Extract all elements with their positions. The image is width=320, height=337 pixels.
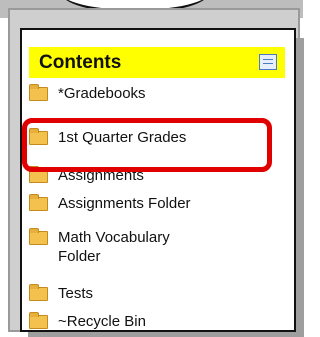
folder-icon: [29, 194, 48, 211]
list-view-icon[interactable]: [259, 54, 277, 70]
folder-icon: [29, 284, 48, 301]
folder-label: Assignments Folder: [58, 195, 191, 212]
folder-item-assignments-folder[interactable]: Assignments Folder: [29, 194, 191, 213]
folder-icon: [29, 312, 48, 329]
folder-icon: [29, 84, 48, 101]
folder-item-math-vocabulary-folder[interactable]: Math Vocabulary Folder: [29, 228, 259, 266]
folder-label: Tests: [58, 285, 94, 302]
folder-item-recycle-bin[interactable]: ~Recycle Bin: [29, 312, 146, 330]
contents-frame: Contents *Gradebooks 1st Quarter Grades …: [20, 28, 296, 332]
folder-item-gradebooks[interactable]: *Gradebooks: [29, 84, 146, 103]
folder-label: ~Recycle Bin: [58, 313, 146, 330]
folder-label: Math Vocabulary Folder: [58, 229, 170, 265]
contents-header: Contents: [29, 47, 285, 78]
folder-label: *Gradebooks: [58, 85, 146, 102]
folder-item-tests[interactable]: Tests: [29, 284, 93, 303]
folder-icon: [29, 228, 48, 245]
highlight-box: [22, 118, 272, 172]
contents-title: Contents: [39, 52, 122, 73]
